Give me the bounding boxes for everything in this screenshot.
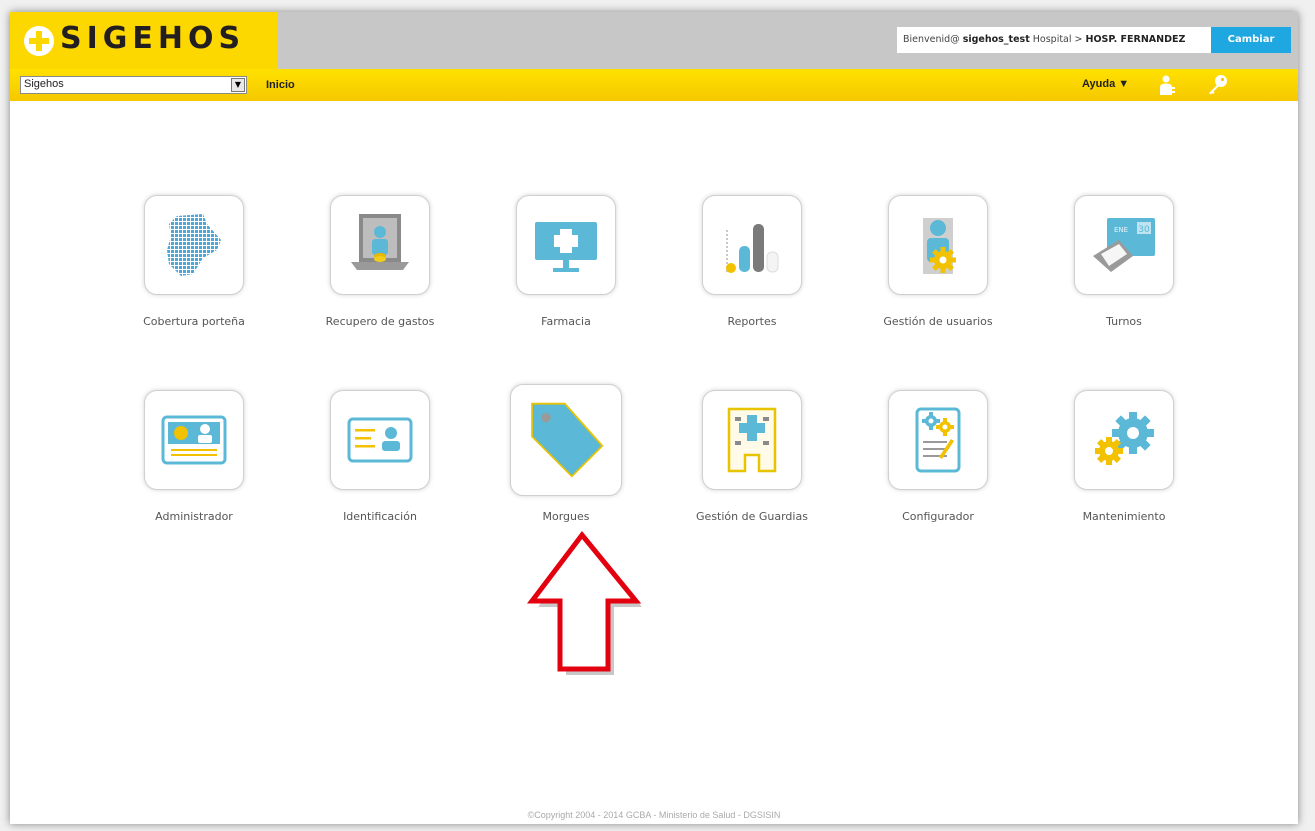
module-tile-farmacia[interactable]: Farmacia	[488, 195, 638, 345]
gears-icon	[1095, 412, 1154, 465]
module-tile-usuarios[interactable]: Gestión de usuarios	[860, 195, 1010, 345]
bar-chart-icon	[726, 224, 779, 274]
tile-icon-frame	[144, 195, 244, 295]
svg-text:30: 30	[1138, 225, 1150, 235]
user-icon[interactable]	[1156, 73, 1180, 97]
module-tile-recupero[interactable]: Recupero de gastos	[302, 195, 452, 345]
hospital-building-icon	[727, 407, 777, 473]
module-tile-cobertura[interactable]: Cobertura porteña	[116, 195, 266, 345]
tile-icon-frame	[516, 195, 616, 295]
chevron-down-icon[interactable]: ▼	[231, 78, 245, 92]
module-label: Turnos	[1106, 315, 1142, 328]
tile-icon-frame	[702, 195, 802, 295]
module-label: Recupero de gastos	[325, 315, 435, 328]
module-label: Gestión de usuarios	[883, 315, 993, 328]
tile-icon-frame	[1074, 390, 1174, 490]
module-label: Identificación	[343, 510, 417, 523]
tile-icon-frame	[510, 384, 622, 496]
module-label: Mantenimiento	[1082, 510, 1166, 523]
module-tile-turnos[interactable]: 30 ENE Turnos	[1046, 195, 1196, 345]
help-menu[interactable]: Ayuda ▼	[1082, 78, 1129, 90]
config-document-icon	[915, 407, 961, 473]
pharmacy-monitor-icon	[535, 222, 597, 272]
tile-icon-frame	[702, 390, 802, 490]
module-tile-morgues[interactable]: Morgues	[488, 384, 638, 540]
tag-icon	[531, 402, 604, 478]
tile-icon-frame: 30 ENE	[1074, 195, 1174, 295]
tile-icon-frame	[330, 195, 430, 295]
system-select[interactable]: Sigehos ▼	[20, 76, 247, 94]
hospital-label: Hospital >	[1029, 34, 1086, 45]
tile-icon-frame	[144, 390, 244, 490]
welcome-prefix: Bienvenid@	[903, 34, 963, 45]
module-tile-guardias[interactable]: Gestión de Guardias	[674, 390, 824, 540]
tile-icon-frame	[888, 390, 988, 490]
logo-cross-icon	[24, 26, 54, 56]
logo[interactable]: SIGEHOS	[10, 12, 278, 69]
calendar-printer-icon: 30 ENE	[1093, 218, 1155, 272]
user-gear-icon	[923, 218, 956, 274]
footer-copyright: ©Copyright 2004 - 2014 GCBA - Ministerio…	[527, 810, 781, 820]
module-label: Cobertura porteña	[143, 315, 245, 328]
module-tile-configurador[interactable]: Configurador	[860, 390, 1010, 540]
hospital-name: HOSP. FERNANDEZ	[1085, 34, 1186, 45]
tile-icon-frame	[330, 390, 430, 490]
home-link[interactable]: Inicio	[266, 79, 295, 91]
tile-icon-frame	[888, 195, 988, 295]
module-label: Configurador	[902, 510, 974, 523]
module-tile-administrador[interactable]: Administrador	[116, 390, 266, 540]
module-label: Administrador	[155, 510, 233, 523]
module-label: Farmacia	[541, 315, 591, 328]
module-tile-identificacion[interactable]: Identificación	[302, 390, 452, 540]
nav-bar: Sigehos ▼ Inicio Ayuda ▼	[10, 69, 1298, 101]
red-up-arrow-annotation	[526, 530, 642, 675]
module-label: Gestión de Guardias	[696, 510, 808, 523]
module-tile-mantenimiento[interactable]: Mantenimiento	[1046, 390, 1196, 540]
key-icon[interactable]	[1206, 73, 1230, 97]
system-select-value: Sigehos	[24, 78, 64, 90]
logo-text: SIGEHOS	[60, 21, 246, 56]
username: sigehos_test	[962, 34, 1030, 45]
svg-text:ENE: ENE	[1114, 226, 1128, 234]
top-header: SIGEHOS Bienvenid@ sigehos_test Hospital…	[10, 12, 1298, 69]
admin-card-icon	[161, 415, 227, 465]
module-tile-reportes[interactable]: Reportes	[674, 195, 824, 345]
welcome-banner: Bienvenid@ sigehos_test Hospital > HOSP.…	[897, 27, 1211, 53]
cashier-icon	[351, 214, 409, 270]
module-label: Reportes	[727, 315, 777, 328]
id-card-icon	[347, 417, 413, 463]
module-label: Morgues	[542, 510, 590, 523]
change-hospital-button[interactable]: Cambiar	[1211, 27, 1291, 53]
city-map-icon	[167, 214, 221, 276]
app-window: SIGEHOS Bienvenid@ sigehos_test Hospital…	[10, 12, 1298, 824]
